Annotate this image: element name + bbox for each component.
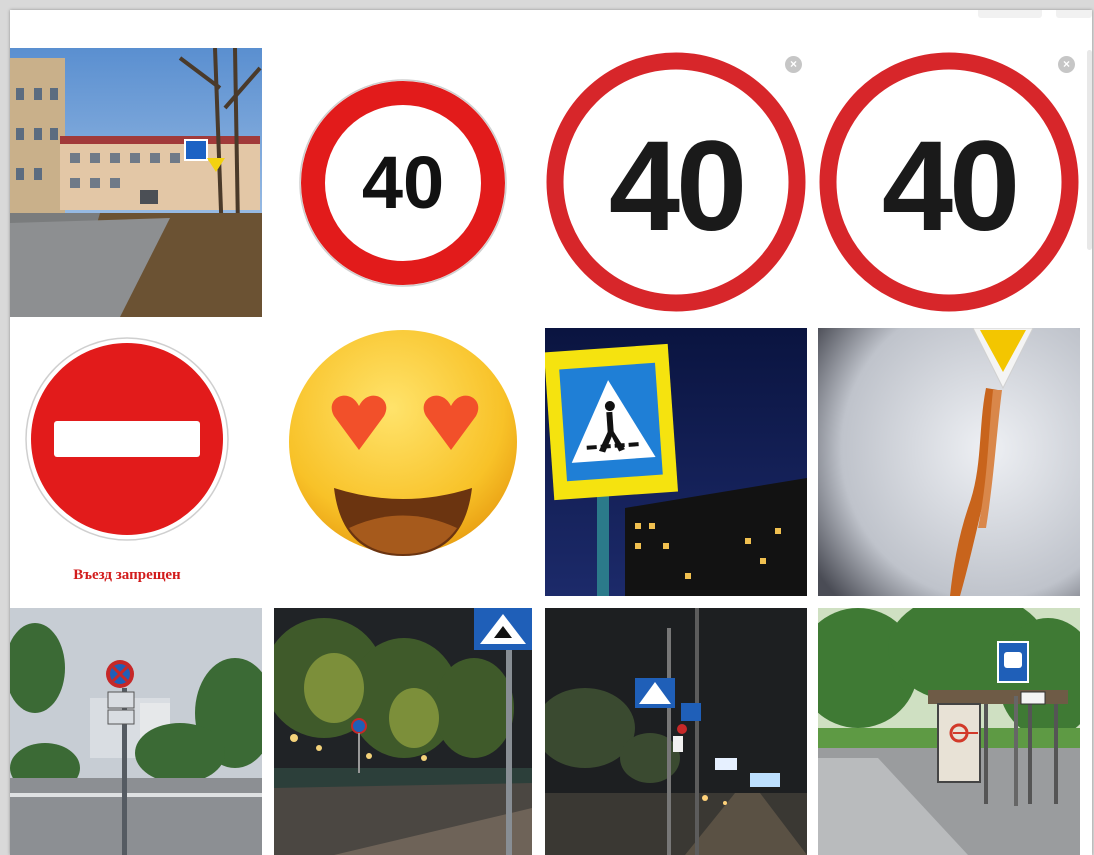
night-street-signs-image [545, 608, 807, 855]
priority-road-drawing[interactable] [818, 328, 1080, 596]
no-entry-sign-image [25, 337, 229, 541]
speed-limit-40-large-2[interactable]: 40 × [818, 48, 1080, 317]
speed-bump-sign-night[interactable] [274, 608, 532, 855]
image-results-panel: 40 40 × 40 × Въезд запрещен [10, 10, 1092, 855]
scrollbar[interactable] [1087, 50, 1092, 250]
no-stopping-street-photo[interactable] [10, 608, 262, 855]
bus-stop-photo[interactable] [818, 608, 1080, 855]
close-icon-2[interactable]: × [1058, 56, 1075, 73]
pedestrian-crossing-night[interactable] [545, 328, 807, 596]
street-photo-day[interactable] [10, 48, 262, 317]
speed-limit-40-sign[interactable]: 40 [274, 48, 532, 317]
heart-eyes-emoji-image [289, 330, 517, 556]
street-photo-day-image [10, 48, 262, 317]
speed-bump-sign-night-image [274, 608, 532, 855]
no-stopping-street-photo-image [10, 608, 262, 855]
night-street-signs[interactable] [545, 608, 807, 855]
speed-limit-number-large: 40 [608, 115, 747, 258]
priority-road-drawing-image [818, 328, 1080, 596]
no-entry-caption: Въезд запрещен [73, 567, 181, 583]
close-icon[interactable]: × [785, 56, 802, 73]
pedestrian-crossing-night-image [545, 328, 807, 596]
no-entry-sign[interactable]: Въезд запрещен [10, 328, 262, 596]
speed-limit-number: 40 [361, 141, 445, 224]
heart-eyes-emoji[interactable] [274, 328, 532, 596]
speed-limit-40-large[interactable]: 40 × [545, 48, 807, 317]
toolbar-pill-2 [1056, 10, 1092, 18]
bus-stop-photo-image [818, 608, 1080, 855]
speed-limit-number-large-2: 40 [881, 115, 1020, 258]
toolbar-pill [978, 10, 1042, 18]
